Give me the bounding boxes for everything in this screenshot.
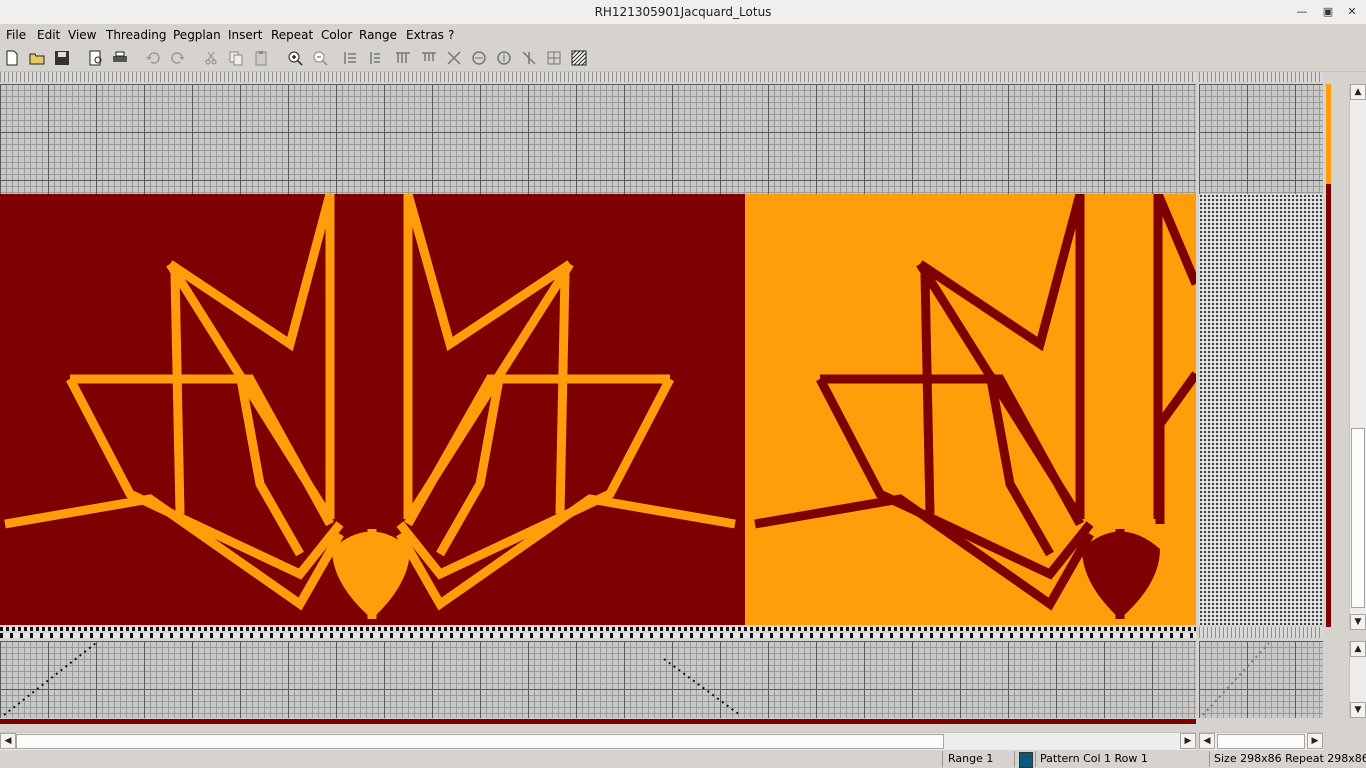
new-icon[interactable] bbox=[2, 48, 22, 68]
scroll-left-icon-2[interactable]: ◀ bbox=[1199, 733, 1215, 749]
menu-help[interactable]: ? bbox=[448, 28, 454, 42]
zoom-in-icon[interactable] bbox=[285, 48, 305, 68]
tool-9-icon[interactable] bbox=[544, 48, 564, 68]
menu-range[interactable]: Range bbox=[359, 28, 397, 42]
title-bar: RH121305901Jacquard_Lotus — ▣ ✕ bbox=[0, 0, 1366, 24]
menu-bar: File Edit View Threading Pegplan Insert … bbox=[0, 24, 1366, 45]
treadling-tieup-grid[interactable] bbox=[1199, 641, 1323, 718]
pegplan-grid[interactable] bbox=[1199, 194, 1323, 625]
menu-color[interactable]: Color bbox=[321, 28, 352, 42]
undo-icon[interactable] bbox=[143, 48, 163, 68]
status-separator bbox=[1209, 751, 1210, 767]
weft-color-indicator-2 bbox=[1326, 184, 1331, 627]
print-icon[interactable] bbox=[110, 48, 130, 68]
threading-grid[interactable] bbox=[0, 84, 1196, 194]
menu-edit[interactable]: Edit bbox=[37, 28, 60, 42]
tieup-grid[interactable] bbox=[1199, 84, 1323, 194]
open-icon[interactable] bbox=[27, 48, 47, 68]
top-ruler-right bbox=[1199, 72, 1323, 82]
pattern-ruler bbox=[0, 633, 1196, 638]
status-range: Range 1 bbox=[948, 752, 994, 765]
menu-pegplan[interactable]: Pegplan bbox=[173, 28, 221, 42]
scroll-down-icon[interactable]: ▼ bbox=[1350, 614, 1366, 630]
hscroll-thumb-2[interactable] bbox=[1217, 734, 1305, 749]
toolbar bbox=[0, 45, 1366, 72]
save-icon[interactable] bbox=[52, 48, 72, 68]
color-swatch[interactable] bbox=[1019, 752, 1033, 768]
minimize-icon[interactable]: — bbox=[1292, 4, 1312, 20]
status-pattern-position: Pattern Col 1 Row 1 bbox=[1040, 752, 1148, 765]
scroll-left-icon[interactable]: ◀ bbox=[0, 733, 16, 749]
treadling-grid[interactable] bbox=[0, 641, 1196, 718]
zoom-out-icon[interactable] bbox=[310, 48, 330, 68]
tool-6-icon[interactable] bbox=[469, 48, 489, 68]
close-icon[interactable]: ✕ bbox=[1342, 4, 1362, 20]
tool-5-icon[interactable] bbox=[444, 48, 464, 68]
vertical-scrollbar-main[interactable]: ▲ ▼ bbox=[1349, 84, 1366, 630]
tool-7-icon[interactable] bbox=[494, 48, 514, 68]
warp-color-stripe bbox=[0, 627, 1196, 631]
tool-3-icon[interactable] bbox=[393, 48, 413, 68]
status-separator bbox=[1014, 751, 1015, 767]
scroll-right-icon-2[interactable]: ▶ bbox=[1307, 733, 1323, 749]
scroll-right-icon[interactable]: ▶ bbox=[1180, 733, 1196, 749]
status-bar: Range 1 Pattern Col 1 Row 1 Size 298x86 … bbox=[0, 750, 1366, 768]
scroll-thumb[interactable] bbox=[1351, 428, 1365, 608]
copy-icon[interactable] bbox=[226, 48, 246, 68]
paste-icon[interactable] bbox=[251, 48, 271, 68]
tool-2-icon[interactable] bbox=[367, 48, 387, 68]
horizontal-scrollbar-tieup[interactable]: ◀ ▶ bbox=[1199, 732, 1323, 750]
pattern-fill-icon[interactable] bbox=[569, 48, 589, 68]
vertical-scrollbar-treadling[interactable]: ▲ ▼ bbox=[1349, 641, 1366, 718]
tool-4-icon[interactable] bbox=[419, 48, 439, 68]
pegplan-ruler bbox=[1199, 627, 1323, 638]
treadling-tieup-marks bbox=[1202, 642, 1270, 716]
tool-1-icon[interactable] bbox=[341, 48, 361, 68]
top-ruler bbox=[0, 72, 1196, 82]
treadling-marks bbox=[3, 642, 741, 716]
print-preview-icon[interactable] bbox=[86, 48, 106, 68]
pattern-canvas-repeat[interactable] bbox=[745, 194, 1196, 625]
cut-icon[interactable] bbox=[201, 48, 221, 68]
status-separator bbox=[1035, 751, 1036, 767]
tool-8-icon[interactable] bbox=[519, 48, 539, 68]
status-size: Size 298x86 Repeat 298x86 bbox=[1214, 752, 1366, 765]
menu-file[interactable]: File bbox=[6, 28, 26, 42]
redo-icon[interactable] bbox=[168, 48, 188, 68]
weft-color-stripe bbox=[0, 719, 1196, 724]
maximize-icon[interactable]: ▣ bbox=[1318, 4, 1338, 20]
menu-view[interactable]: View bbox=[68, 28, 96, 42]
hscroll-thumb[interactable] bbox=[16, 734, 944, 749]
status-separator bbox=[942, 751, 943, 767]
horizontal-scrollbar-main[interactable]: ◀ ▶ bbox=[0, 732, 1196, 750]
scroll-down-icon-2[interactable]: ▼ bbox=[1350, 702, 1366, 718]
menu-insert[interactable]: Insert bbox=[228, 28, 262, 42]
scroll-up-icon[interactable]: ▲ bbox=[1350, 84, 1366, 100]
menu-repeat[interactable]: Repeat bbox=[271, 28, 313, 42]
lotus-design-repeat bbox=[754, 194, 1196, 619]
window-title: RH121305901Jacquard_Lotus bbox=[594, 5, 772, 19]
menu-threading[interactable]: Threading bbox=[106, 28, 167, 42]
menu-extras[interactable]: Extras bbox=[406, 28, 444, 42]
scroll-up-icon-2[interactable]: ▲ bbox=[1350, 641, 1366, 657]
weft-color-indicator bbox=[1326, 84, 1331, 184]
